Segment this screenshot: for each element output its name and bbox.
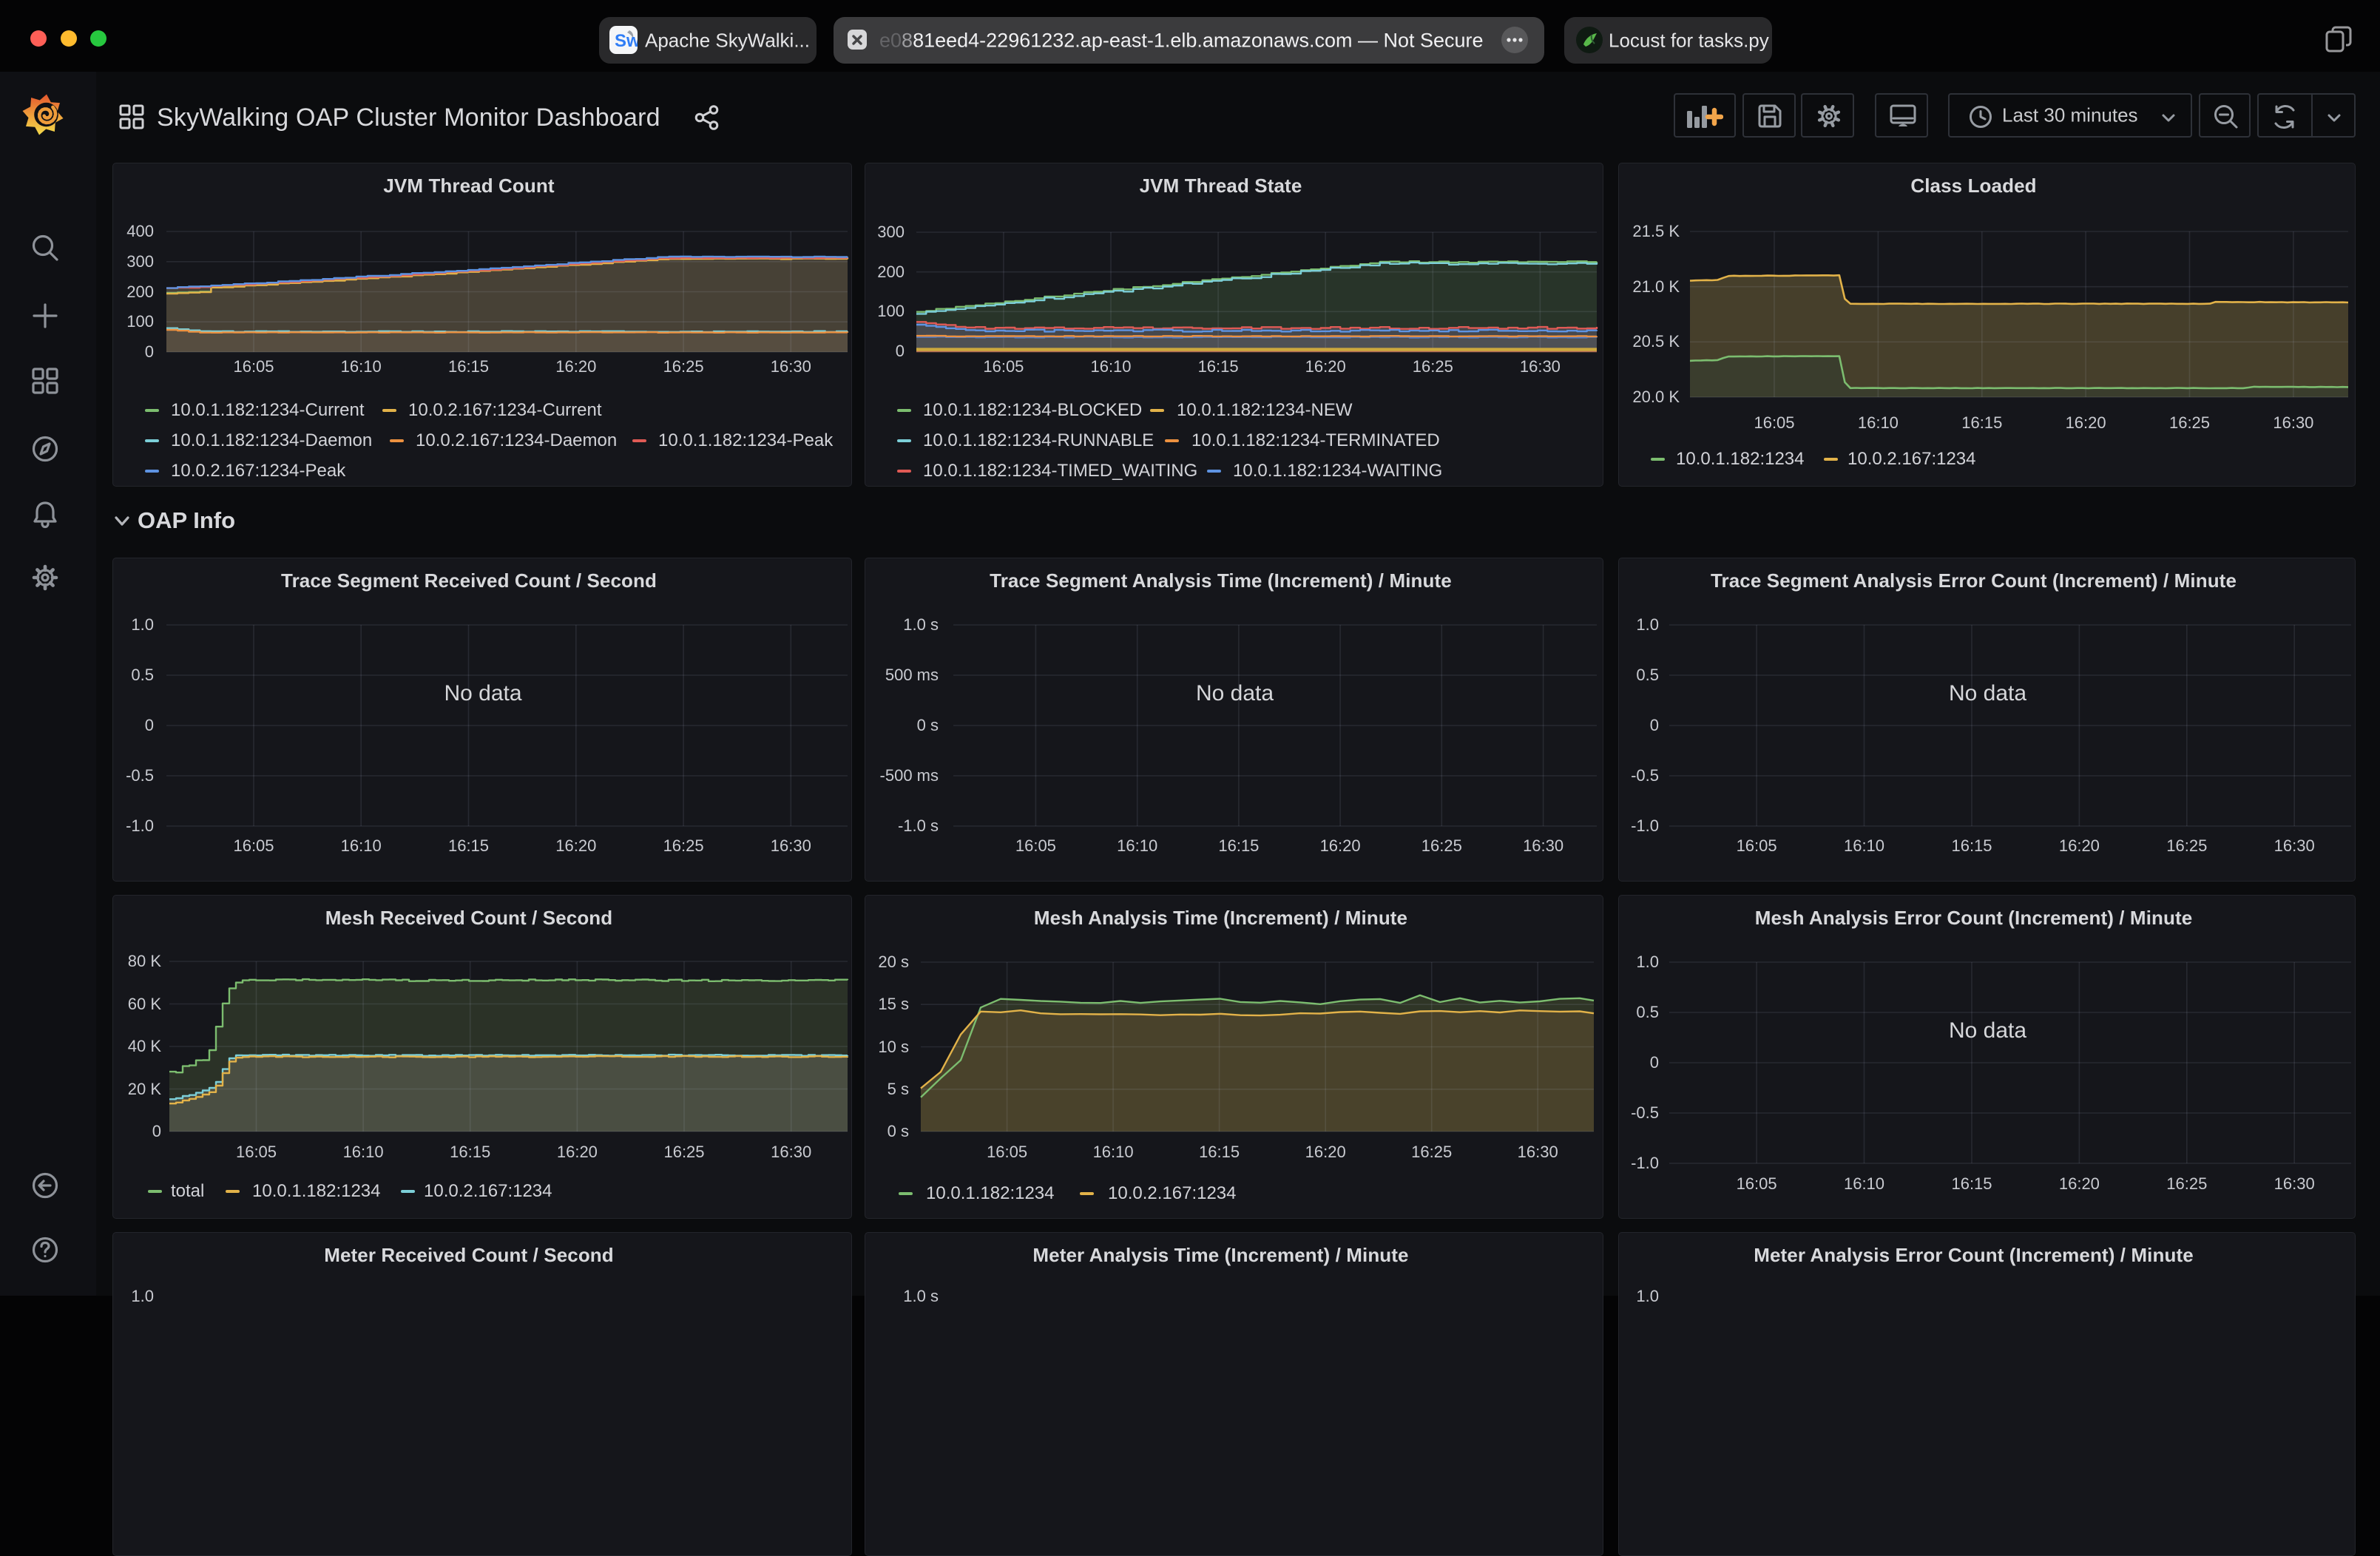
svg-text:Sw: Sw [615, 31, 638, 51]
